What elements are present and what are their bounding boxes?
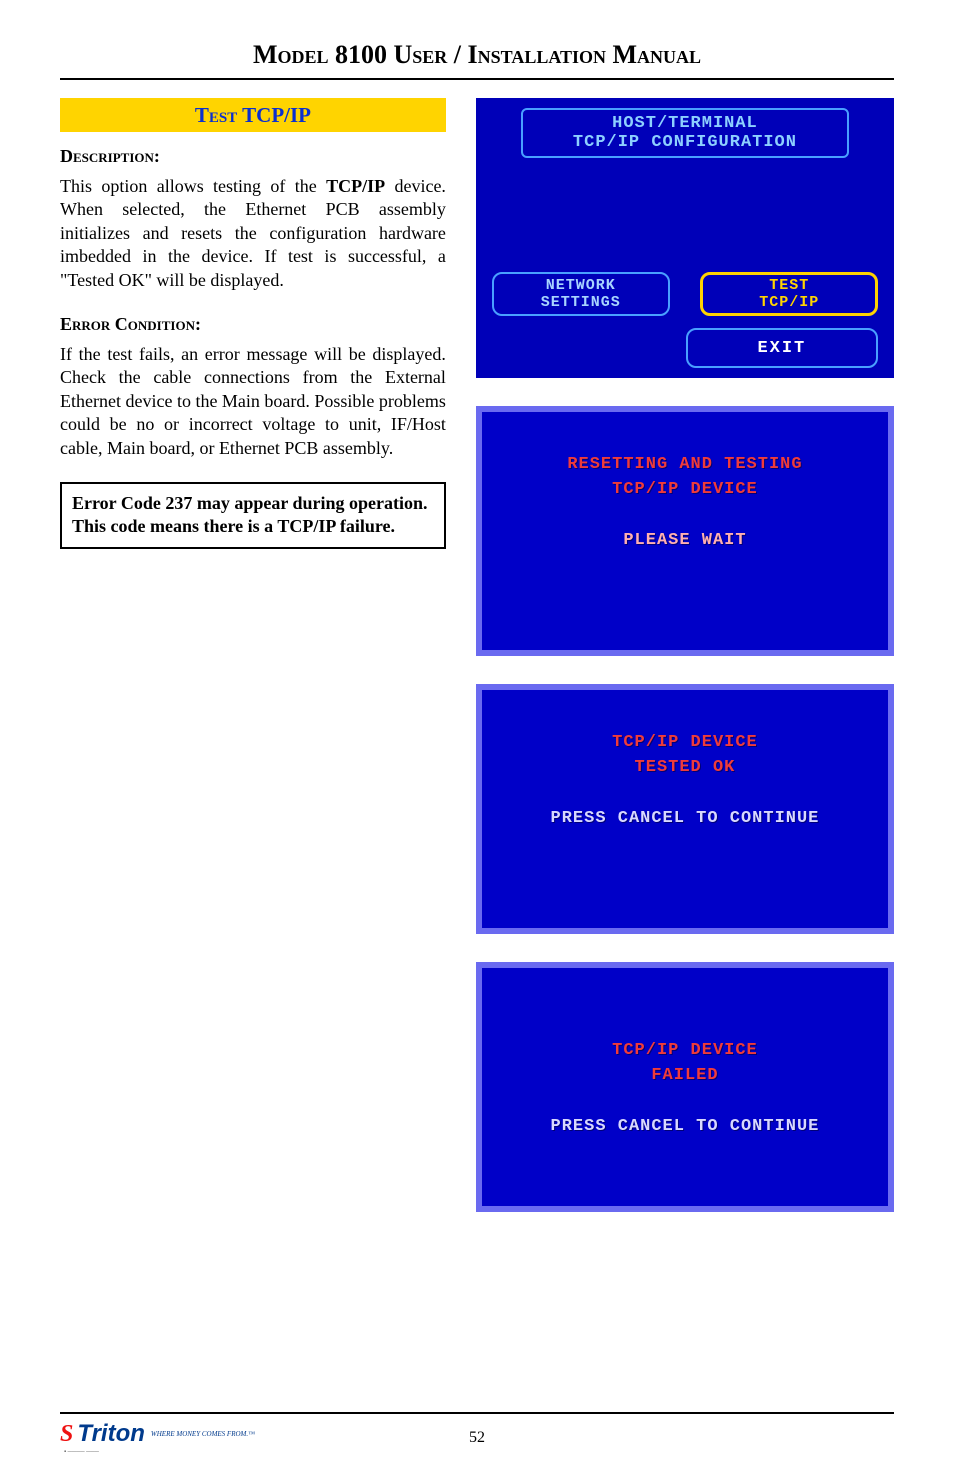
screen4-line1: TCP/IP DEVICE bbox=[612, 1041, 758, 1060]
test-tcpip-label-2: TCP/IP bbox=[759, 294, 819, 311]
test-tcpip-button[interactable]: TEST TCP/IP bbox=[700, 272, 878, 316]
screen-failed: TCP/IP DEVICE FAILED PRESS CANCEL TO CON… bbox=[476, 962, 894, 1212]
section-title-strip: Test TCP/IP bbox=[60, 98, 446, 132]
network-settings-button[interactable]: NETWORK SETTINGS bbox=[492, 272, 670, 316]
screen3-line3: PRESS CANCEL TO CONTINUE bbox=[551, 809, 820, 828]
header-rule bbox=[60, 78, 894, 80]
description-paragraph: This option allows testing of the TCP/IP… bbox=[60, 175, 446, 292]
description-label: Description: bbox=[60, 146, 446, 167]
screen2-line2: TCP/IP DEVICE bbox=[612, 480, 758, 499]
screen3-line1: TCP/IP DEVICE bbox=[612, 733, 758, 752]
desc-bold-tcpip: TCP/IP bbox=[326, 176, 385, 196]
error-condition-paragraph: If the test fails, an error message will… bbox=[60, 343, 446, 460]
screen3-line2: TESTED OK bbox=[635, 758, 736, 777]
error-condition-label: Error Condition: bbox=[60, 314, 446, 335]
page-number: 52 bbox=[469, 1429, 485, 1447]
network-settings-label-1: NETWORK bbox=[546, 277, 616, 294]
desc-text-prefix: This option allows testing of the bbox=[60, 176, 326, 196]
exit-button[interactable]: EXIT bbox=[686, 328, 878, 368]
screen4-line3: PRESS CANCEL TO CONTINUE bbox=[551, 1117, 820, 1136]
screen1-title: HOST/TERMINAL TCP/IP CONFIGURATION bbox=[521, 108, 849, 158]
logo-sub-mark: ▪ ──── ─── bbox=[64, 1449, 255, 1455]
screen4-line2: FAILED bbox=[651, 1066, 718, 1085]
footer-rule bbox=[60, 1412, 894, 1414]
network-settings-label-2: SETTINGS bbox=[541, 294, 621, 311]
screen1-title-line2: TCP/IP CONFIGURATION bbox=[533, 133, 837, 152]
triton-logo: S Triton WHERE MONEY COMES FROM.™ ▪ ────… bbox=[60, 1420, 255, 1455]
screen-tested-ok: TCP/IP DEVICE TESTED OK PRESS CANCEL TO … bbox=[476, 684, 894, 934]
screen-host-terminal-config: HOST/TERMINAL TCP/IP CONFIGURATION NETWO… bbox=[476, 98, 894, 378]
screen2-line3: PLEASE WAIT bbox=[623, 531, 746, 550]
screen-resetting-testing: RESETTING AND TESTING TCP/IP DEVICE PLEA… bbox=[476, 406, 894, 656]
logo-swoosh-icon: S bbox=[60, 1422, 73, 1446]
test-tcpip-label-1: TEST bbox=[769, 277, 809, 294]
screen1-title-line1: HOST/TERMINAL bbox=[533, 114, 837, 133]
note-box: Error Code 237 may appear during operati… bbox=[60, 482, 446, 549]
screen2-line1: RESETTING AND TESTING bbox=[567, 455, 802, 474]
page-header: Model 8100 User / Installation Manual bbox=[60, 40, 894, 70]
logo-text: Triton bbox=[77, 1420, 145, 1448]
logo-tagline: WHERE MONEY COMES FROM.™ bbox=[151, 1430, 255, 1438]
